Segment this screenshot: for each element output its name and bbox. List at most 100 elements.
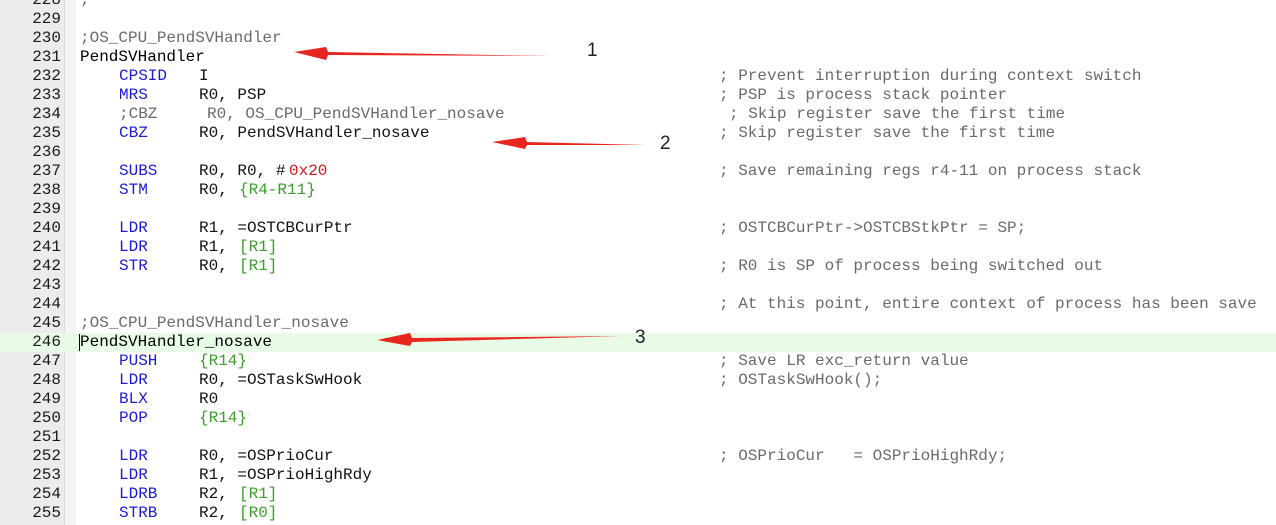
line-number: 250 xyxy=(32,409,61,427)
operand-token: {R14} xyxy=(199,352,248,370)
annotation-label-3: 3 xyxy=(635,327,646,348)
line-number: 244 xyxy=(32,295,61,313)
code-line[interactable]: 249 BLX R0 xyxy=(0,390,1276,409)
comment-token: ;OS_CPU_PendSVHandler_nosave xyxy=(80,314,349,332)
comment-token: R0, OS_CPU_PendSVHandler_nosave xyxy=(207,105,505,123)
operand-token: R2, xyxy=(199,504,238,522)
instruction-token: CPSID xyxy=(119,67,168,85)
code-line[interactable]: 236 xyxy=(0,143,1276,162)
code-line[interactable]: 251 xyxy=(0,428,1276,447)
label-token: PendSVHandler xyxy=(80,48,205,66)
code-line[interactable]: 242 STR R0, [R1] ; R0 is SP of process bein… xyxy=(0,257,1276,276)
comment-token: ; Prevent interruption during context sw… xyxy=(719,67,1142,85)
operand-token: R0, xyxy=(199,257,238,275)
operand-token: 0x20 xyxy=(289,162,328,180)
operand-token: R2, xyxy=(199,485,238,503)
line-number: 246 xyxy=(32,333,61,351)
line-number: 249 xyxy=(32,390,61,408)
code-line[interactable]: 237 SUBS R0, R0, #0x20 ; Save remaining reg… xyxy=(0,162,1276,181)
comment-token: ;CBZ xyxy=(119,105,158,123)
code-line[interactable]: 235 CBZ R0, PendSVHandler_nosave ; Skip reg… xyxy=(0,124,1276,143)
line-number: 240 xyxy=(32,219,61,237)
instruction-token: LDR xyxy=(119,447,148,465)
line-number: 233 xyxy=(32,86,61,104)
line-number: 247 xyxy=(32,352,61,370)
operand-token: [R0] xyxy=(239,504,278,522)
code-line[interactable]: 241 LDR R1, [R1] xyxy=(0,238,1276,257)
line-number: 237 xyxy=(32,162,61,180)
code-line[interactable]: 233 MRS R0, PSP ; PSP is process stack poin… xyxy=(0,86,1276,105)
comment-token: ; PSP is process stack pointer xyxy=(719,86,1008,104)
comment-token: ; Skip register save the first time xyxy=(719,124,1056,142)
instruction-token: MRS xyxy=(119,86,148,104)
operand-token: R1, =OSPrioHighRdy xyxy=(199,466,372,484)
code-line[interactable]: 229 xyxy=(0,10,1276,29)
operand-token: R0, R0, # xyxy=(199,162,286,180)
code-line[interactable]: 248 LDR R0, =OSTaskSwHook ; OSTaskSwHook(); xyxy=(0,371,1276,390)
code-line[interactable]: 231 PendSVHandler xyxy=(0,48,1276,67)
operand-token: R0, =OSPrioCur xyxy=(199,447,334,465)
instruction-token: LDR xyxy=(119,219,148,237)
code-line[interactable]: 234 ;CBZ R0, OS_CPU_PendSVHandler_nosave ; … xyxy=(0,105,1276,124)
line-number: 252 xyxy=(32,447,61,465)
annotation-label-2: 2 xyxy=(660,133,671,154)
line-number: 235 xyxy=(32,124,61,142)
instruction-token: LDR xyxy=(119,466,148,484)
instruction-token: STRB xyxy=(119,504,158,522)
instruction-token: STM xyxy=(119,181,148,199)
operand-token: [R1] xyxy=(239,257,278,275)
code-line[interactable]: 239 xyxy=(0,200,1276,219)
line-number: 230 xyxy=(32,29,61,47)
comment-token: ; Save LR exc_return value xyxy=(719,352,969,370)
operand-token: R0 xyxy=(199,390,219,408)
code-line[interactable]: 247 PUSH {R14} ; Save LR exc_return value xyxy=(0,352,1276,371)
line-number: 238 xyxy=(32,181,61,199)
line-number: 232 xyxy=(32,67,61,85)
code-line[interactable]: 252 LDR R0, =OSPrioCur ; OSPrioCur = OSPrio… xyxy=(0,447,1276,466)
line-number: 255 xyxy=(32,504,61,522)
code-line[interactable]: 238 STM R0, {R4-R11} xyxy=(0,181,1276,200)
line-number: 253 xyxy=(32,466,61,484)
comment-token: ; At this point, entire context of proce… xyxy=(719,295,1257,313)
code-line[interactable]: 228 ;************************************… xyxy=(0,0,1276,10)
comment-token: ; OSTaskSwHook(); xyxy=(719,371,883,389)
comment-token: ; R0 is SP of process being switched out xyxy=(719,257,1104,275)
line-number: 241 xyxy=(32,238,61,256)
line-number: 239 xyxy=(32,200,61,218)
instruction-token: POP xyxy=(119,409,148,427)
line-number: 242 xyxy=(32,257,61,275)
code-line[interactable]: 243 xyxy=(0,276,1276,295)
comment-token: ; Save remaining regs r4-11 on process s… xyxy=(719,162,1142,180)
text-cursor xyxy=(79,334,80,351)
line-number: 234 xyxy=(32,105,61,123)
operand-token: R1, xyxy=(199,238,238,256)
line-number: 228 xyxy=(32,0,61,9)
operand-token: R0, xyxy=(199,181,238,199)
code-line[interactable]: 253 LDR R1, =OSPrioHighRdy xyxy=(0,466,1276,485)
comment-token: ;***************************************… xyxy=(80,0,1108,9)
instruction-token: SUBS xyxy=(119,162,158,180)
line-number: 229 xyxy=(32,10,61,28)
code-line[interactable]: 254 LDRB R2, [R1] xyxy=(0,485,1276,504)
operand-token: R0, =OSTaskSwHook xyxy=(199,371,363,389)
code-line[interactable]: 230 ;OS_CPU_PendSVHandler xyxy=(0,29,1276,48)
operand-token: {R14} xyxy=(199,409,248,427)
line-number: 248 xyxy=(32,371,61,389)
operand-token: R0, PSP xyxy=(199,86,267,104)
code-line[interactable]: 250 POP {R14} xyxy=(0,409,1276,428)
code-line[interactable]: 232 CPSID I ; Prevent interruption during c… xyxy=(0,67,1276,86)
code-line[interactable]: 240 LDR R1, =OSTCBCurPtr ; OSTCBCurPtr->OST… xyxy=(0,219,1276,238)
instruction-token: PUSH xyxy=(119,352,158,370)
code-line[interactable]: 244 ; At this point, entire context of pr… xyxy=(0,295,1276,314)
code-editor[interactable]: 228 ;************************************… xyxy=(0,0,1276,525)
annotation-label-1: 1 xyxy=(587,40,598,61)
instruction-token: CBZ xyxy=(119,124,148,142)
code-line[interactable]: 255 STRB R2, [R0] xyxy=(0,504,1276,523)
operand-token: {R4-R11} xyxy=(239,181,316,199)
line-number: 254 xyxy=(32,485,61,503)
line-number: 243 xyxy=(32,276,61,294)
instruction-token: LDR xyxy=(119,371,148,389)
line-number: 245 xyxy=(32,314,61,332)
line-number: 251 xyxy=(32,428,61,446)
line-number: 236 xyxy=(32,143,61,161)
